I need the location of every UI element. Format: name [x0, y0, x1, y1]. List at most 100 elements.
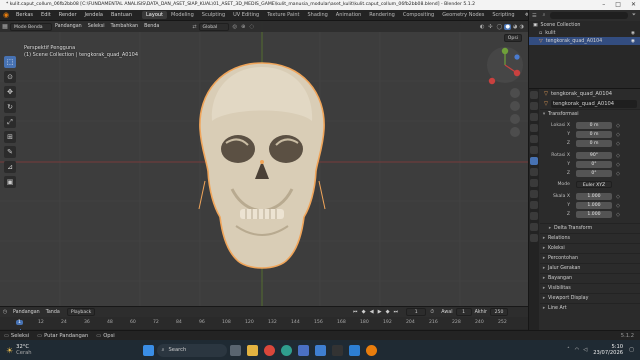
3d-viewport[interactable]: ▦ Mode Benda Pandangan Seleksi Tambahkan… — [0, 21, 528, 306]
editor-type-icon[interactable]: ▦ — [0, 23, 10, 30]
start-menu-icon[interactable] — [142, 344, 154, 356]
clock-date[interactable]: 23/07/2026 — [593, 350, 623, 356]
texture-tab-icon[interactable] — [530, 234, 538, 242]
play-reverse-icon[interactable]: ◀ — [370, 309, 374, 315]
pivot-icon[interactable]: ◎ — [233, 24, 238, 30]
terminal-icon[interactable] — [331, 344, 343, 356]
lock-icon[interactable]: ◇ — [616, 162, 620, 168]
object-tab-icon[interactable] — [530, 157, 538, 165]
transform-tool-icon[interactable]: ⊞ — [4, 131, 16, 143]
section-instancing[interactable]: ▸ Percontohan — [540, 253, 640, 263]
jump-start-icon[interactable]: ⏮ — [353, 309, 358, 316]
outliner-filter-icon[interactable]: ⏷ — [632, 12, 636, 19]
section-line-art[interactable]: ▸ Line Art — [540, 303, 640, 313]
jump-end-icon[interactable]: ⏭ — [394, 309, 399, 316]
scale-x-field[interactable]: 1.000 — [576, 193, 612, 200]
eye-icon[interactable]: ◉ — [631, 31, 635, 36]
select-box-tool-icon[interactable]: ⬚ — [4, 56, 16, 68]
world-tab-icon[interactable] — [530, 146, 538, 154]
menu-view[interactable]: Pandangan — [52, 23, 85, 30]
section-motion-paths[interactable]: ▸ Jalur Gerakan — [540, 263, 640, 273]
lock-icon[interactable]: ◇ — [616, 153, 620, 159]
tab-geometry-nodes[interactable]: Geometry Nodes — [438, 11, 488, 19]
location-y-field[interactable]: 0 m — [576, 131, 612, 138]
tab-layout[interactable]: Layout — [142, 11, 168, 19]
rotation-mode-dropdown[interactable]: Euler XYZ — [576, 181, 612, 188]
outliner-item-kulit[interactable]: ▫ kulit ◉ — [529, 29, 640, 37]
task-view-icon[interactable] — [229, 344, 241, 356]
menu-file[interactable]: Berkas — [12, 12, 37, 18]
chrome-icon[interactable] — [263, 344, 275, 356]
mail-icon[interactable] — [314, 344, 326, 356]
solid-shading-icon[interactable]: ● — [504, 23, 511, 30]
physics-tab-icon[interactable] — [530, 190, 538, 198]
menu-help[interactable]: Bantuan — [107, 12, 136, 18]
rotation-y-field[interactable]: 0° — [576, 161, 612, 168]
next-keyframe-icon[interactable]: ◆ — [386, 309, 390, 315]
wifi-icon[interactable]: ◠ — [575, 347, 580, 353]
location-z-field[interactable]: 0 m — [576, 140, 612, 147]
start-frame-field[interactable]: 1 — [455, 308, 472, 316]
lock-icon[interactable]: ◇ — [616, 212, 620, 218]
maximize-icon[interactable]: □ — [615, 1, 621, 8]
material-shading-icon[interactable]: ◕ — [513, 24, 518, 30]
weather-icon[interactable]: ☀ — [6, 346, 13, 355]
rotation-x-field[interactable]: 90° — [576, 152, 612, 159]
end-frame-field[interactable]: 250 — [490, 308, 508, 316]
render-tab-icon[interactable] — [530, 102, 538, 110]
timeline-ruler[interactable]: 1 12 24 36 48 60 72 84 96 108 120 132 14… — [0, 320, 528, 328]
lock-icon[interactable]: ◇ — [616, 203, 620, 209]
rotate-tool-icon[interactable]: ↻ — [4, 101, 16, 113]
current-frame-field[interactable]: 1 — [406, 308, 427, 316]
section-delta-transform[interactable]: ▸ Delta Transform — [540, 223, 640, 233]
timeline-editor-icon[interactable]: ◷ — [0, 309, 10, 315]
navigation-gizmo[interactable] — [487, 47, 523, 85]
lock-icon[interactable]: ◇ — [616, 132, 620, 138]
volume-icon[interactable]: ◁ — [583, 347, 587, 353]
tab-sculpting[interactable]: Sculpting — [198, 11, 229, 19]
prev-keyframe-icon[interactable]: ◆ — [362, 309, 366, 315]
menu-select[interactable]: Seleksi — [85, 23, 108, 30]
snap-icon[interactable]: ⊕ — [241, 24, 245, 30]
edge-icon[interactable] — [280, 344, 292, 356]
tab-uv-editing[interactable]: UV Editing — [229, 11, 263, 19]
tool-tab-icon[interactable] — [530, 91, 538, 99]
menu-edit[interactable]: Edit — [37, 12, 55, 18]
lock-icon[interactable]: ◇ — [616, 141, 620, 147]
stopwatch-icon[interactable]: ⏱ — [430, 309, 434, 316]
outliner-item-scene-collection[interactable]: ▣ Scene Collection — [529, 21, 640, 29]
outliner[interactable]: ☰ ⌕ ⏷ ▣ Scene Collection ▫ kulit ◉ ▽ ten… — [528, 10, 640, 88]
mode-selector[interactable]: Mode Benda — [10, 22, 52, 31]
section-visibility[interactable]: ▸ Visibilitas — [540, 283, 640, 293]
notification-icon[interactable]: ▢ — [629, 347, 634, 353]
store-icon[interactable] — [297, 344, 309, 356]
outliner-search-input[interactable] — [549, 12, 628, 19]
minimize-icon[interactable]: – — [602, 1, 605, 8]
section-relations[interactable]: ▸ Relations — [540, 233, 640, 243]
scale-tool-icon[interactable]: ⤢ — [4, 116, 16, 128]
close-icon[interactable]: ✕ — [631, 1, 636, 8]
orientation-selector[interactable]: Global — [198, 22, 229, 31]
move-tool-icon[interactable]: ✥ — [4, 86, 16, 98]
menu-window[interactable]: Jendela — [81, 12, 107, 18]
annotate-tool-icon[interactable]: ✎ — [4, 146, 16, 158]
particles-tab-icon[interactable] — [530, 179, 538, 187]
timeline-menu-markers[interactable]: Tanda — [43, 309, 63, 316]
tab-rendering[interactable]: Rendering — [365, 11, 399, 19]
proportional-edit-icon[interactable]: ◌ — [249, 24, 254, 30]
section-collections[interactable]: ▸ Koleksi — [540, 243, 640, 253]
blender-logo-icon[interactable]: ◉ — [0, 11, 12, 19]
tab-compositing[interactable]: Compositing — [399, 11, 438, 19]
constraints-tab-icon[interactable] — [530, 201, 538, 209]
section-transform[interactable]: ▾ Transformasi — [540, 109, 640, 119]
tab-scripting[interactable]: Scripting — [488, 11, 518, 19]
lock-icon[interactable]: ◇ — [616, 123, 620, 129]
rendered-shading-icon[interactable]: ◑ — [519, 24, 524, 30]
tab-modeling[interactable]: Modeling — [167, 11, 198, 19]
menu-add[interactable]: Tambahkan — [108, 23, 141, 30]
timeline-menu-view[interactable]: Pandangan — [10, 309, 43, 316]
rotation-z-field[interactable]: 0° — [576, 170, 612, 177]
output-tab-icon[interactable] — [530, 113, 538, 121]
outliner-item-skull[interactable]: ▽ tengkorak_quad_A0104 ◉ — [529, 37, 640, 45]
vscode-icon[interactable] — [348, 344, 360, 356]
